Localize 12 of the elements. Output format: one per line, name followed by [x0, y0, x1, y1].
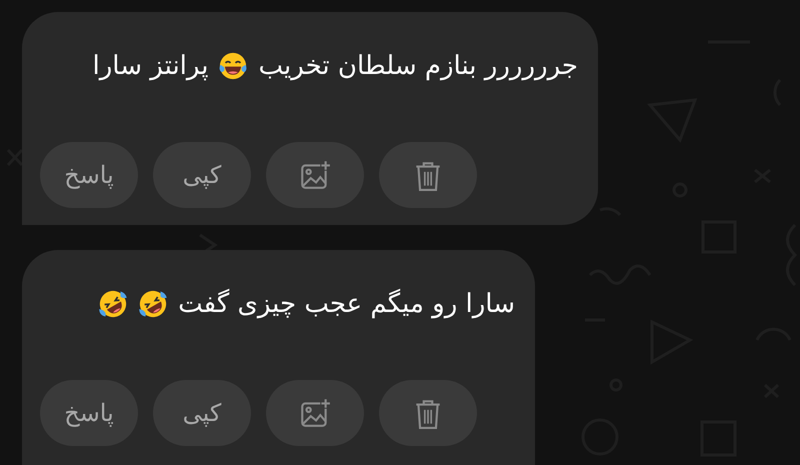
- copy-button[interactable]: کپی: [153, 142, 251, 208]
- laughing-emoji-icon: [218, 51, 248, 81]
- reply-button[interactable]: پاسخ: [40, 142, 138, 208]
- laughing-emoji-icon: [138, 289, 168, 319]
- message-text: سارا رو میگم عجب چیزی گفت: [178, 289, 515, 319]
- reply-button[interactable]: پاسخ: [40, 380, 138, 446]
- message-text: پرانتز سارا: [92, 51, 208, 81]
- add-image-icon: [298, 158, 332, 192]
- add-image-icon: [298, 396, 332, 430]
- laughing-emoji-icon: [98, 289, 128, 319]
- copy-button[interactable]: کپی: [153, 380, 251, 446]
- message-text: جرررررر بنازم سلطان تخریب: [258, 51, 578, 81]
